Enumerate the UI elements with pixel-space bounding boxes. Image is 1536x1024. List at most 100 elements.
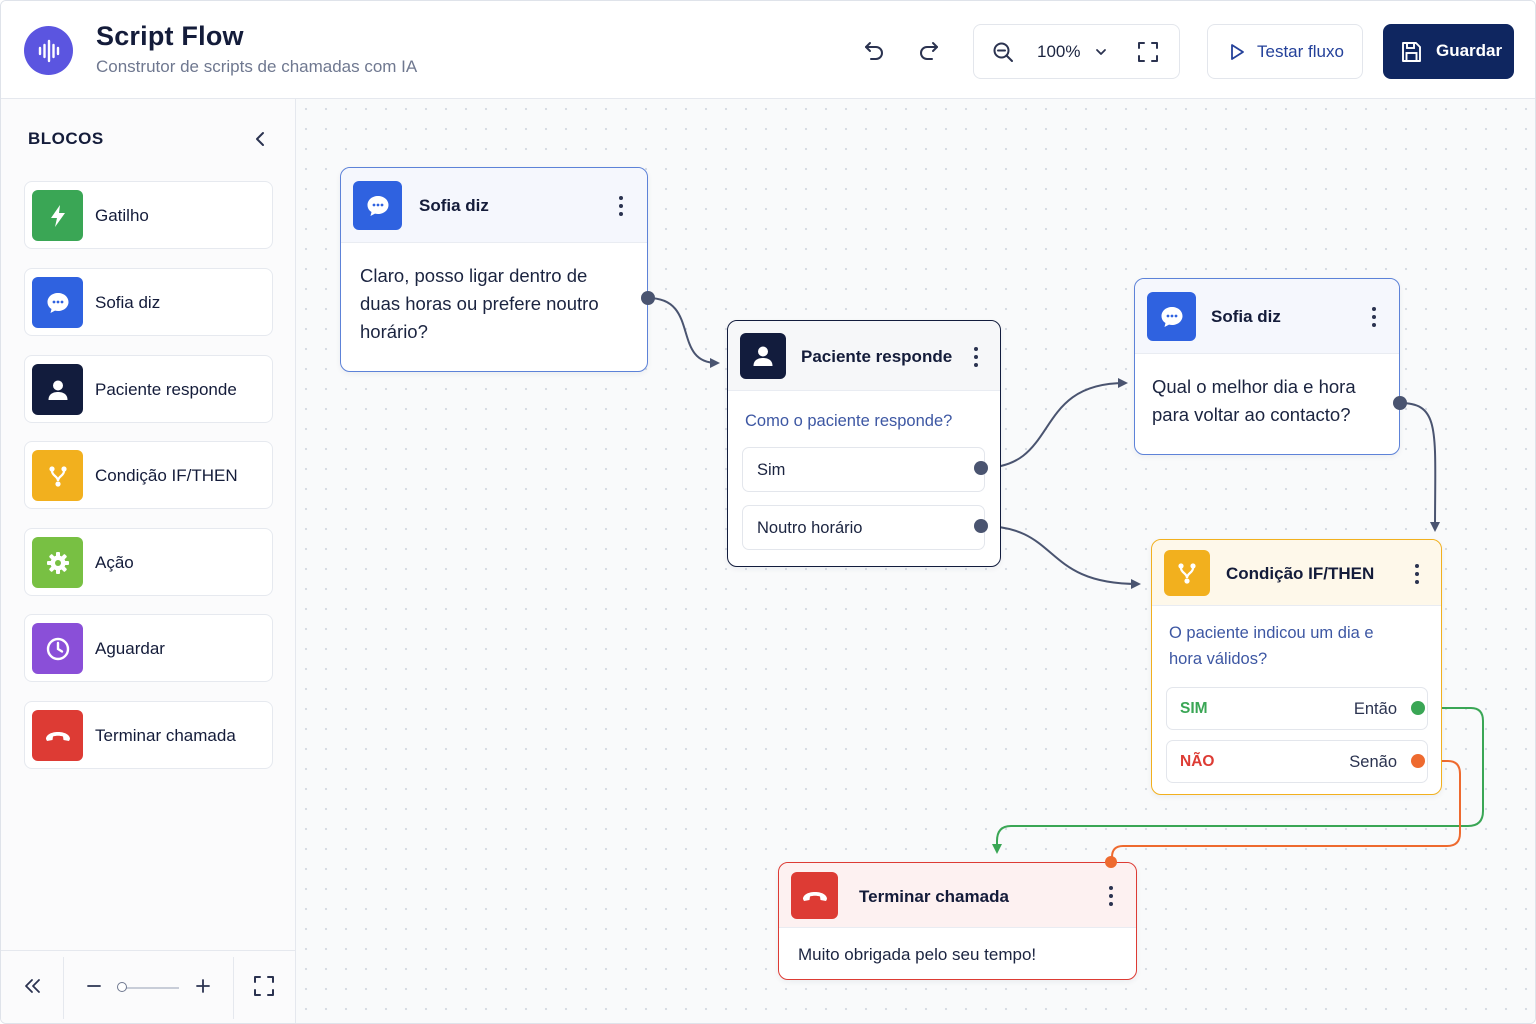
redo-icon — [920, 42, 938, 60]
play-icon — [1231, 44, 1244, 60]
branch-no-action: Senão — [1349, 753, 1397, 771]
block-acao[interactable]: Ação — [24, 528, 273, 596]
zoom-dropdown[interactable] — [1086, 37, 1116, 67]
block-label: Terminar chamada — [95, 726, 236, 745]
branch-sim[interactable]: SIM Então — [1166, 687, 1428, 730]
undo-icon — [865, 42, 883, 60]
redo-button[interactable] — [914, 35, 944, 65]
zoom-slider-handle[interactable] — [117, 982, 127, 992]
save-icon — [1402, 42, 1421, 62]
node-menu-icon[interactable] — [1369, 305, 1379, 329]
block-label: Gatilho — [95, 206, 149, 225]
blocks-sidebar: BLOCOS Gatilho Sofia diz Paciente respon… — [1, 99, 296, 1023]
divider — [233, 957, 234, 1019]
user-icon — [32, 364, 83, 415]
block-label: Paciente responde — [95, 380, 237, 399]
output-port[interactable] — [641, 291, 655, 305]
fullscreen-icon — [254, 976, 274, 996]
zoom-slider-track[interactable] — [119, 987, 179, 989]
minus-icon — [87, 985, 101, 987]
chevron-down-icon — [1096, 49, 1106, 55]
save-label: Guardar — [1436, 41, 1503, 60]
node-question: Como o paciente responde? — [745, 412, 953, 430]
soundwave-icon — [38, 39, 59, 62]
block-aguardar[interactable]: Aguardar — [24, 614, 273, 682]
branch-no-label: NÃO — [1180, 753, 1215, 770]
node-condition-question: O paciente indicou um dia e hora válidos… — [1169, 624, 1374, 668]
output-port-noutro[interactable] — [974, 519, 988, 533]
chat-bubble-icon — [1147, 292, 1196, 341]
block-label: Sofia diz — [95, 293, 161, 312]
fit-screen-button[interactable] — [1133, 37, 1163, 67]
branch-yes-label: SIM — [1180, 700, 1208, 717]
double-chevron-left-icon — [25, 979, 40, 993]
output-port-yes[interactable] — [1411, 701, 1425, 715]
branch-yes-action: Então — [1353, 700, 1397, 718]
option-label: Sim — [757, 461, 786, 479]
hangup-icon — [32, 710, 83, 761]
node-menu-icon[interactable] — [1106, 884, 1116, 908]
divider — [63, 957, 64, 1019]
save-button[interactable]: Guardar — [1383, 24, 1514, 79]
zoom-control: 100% — [973, 24, 1180, 79]
chevron-left-icon — [256, 132, 264, 146]
block-label: Condição IF/THEN — [95, 466, 238, 485]
app-title: Script Flow — [96, 21, 244, 51]
user-icon — [740, 333, 786, 379]
chat-bubble-icon — [353, 181, 402, 230]
node-sofia-diz-2[interactable]: Sofia diz Qual o melhor dia e hora para … — [1134, 278, 1400, 455]
block-sofia-diz[interactable]: Sofia diz — [24, 268, 273, 336]
test-flow-button[interactable]: Testar fluxo — [1207, 24, 1363, 79]
block-gatilho[interactable]: Gatilho — [24, 181, 273, 249]
block-terminar-chamada[interactable]: Terminar chamada — [24, 701, 273, 769]
undo-button[interactable] — [859, 35, 889, 65]
block-paciente-responde[interactable]: Paciente responde — [24, 355, 273, 423]
node-condicao-if-then[interactable]: Condição IF/THEN O paciente indicou um d… — [1151, 539, 1442, 795]
node-title: Terminar chamada — [859, 887, 1009, 906]
output-port-sim[interactable] — [974, 461, 988, 475]
app-logo — [24, 26, 73, 75]
clock-icon — [32, 623, 83, 674]
zoom-in-small-button[interactable] — [191, 974, 215, 998]
node-sofia-diz-1[interactable]: Sofia diz Claro, posso ligar dentro de d… — [340, 167, 648, 372]
zoom-out-icon — [993, 42, 1013, 62]
chat-bubble-icon — [32, 277, 83, 328]
gear-icon — [32, 537, 83, 588]
output-port-no[interactable] — [1411, 754, 1425, 768]
collapse-sidebar-button[interactable] — [251, 129, 271, 149]
branch-icon — [1164, 550, 1210, 596]
option-sim[interactable]: Sim — [742, 447, 985, 492]
node-title: Paciente responde — [801, 347, 953, 366]
zoom-level[interactable]: 100% — [1037, 42, 1080, 62]
node-title: Sofia diz — [419, 196, 489, 215]
bolt-icon — [32, 190, 83, 241]
option-noutro-horario[interactable]: Noutro horário — [742, 505, 985, 550]
app-window: Script Flow Construtor de scripts de cha… — [0, 0, 1536, 1024]
block-label: Aguardar — [95, 639, 165, 658]
node-paciente-responde[interactable]: Paciente responde Como o paciente respon… — [727, 320, 1001, 567]
zoom-out-small-button[interactable] — [82, 974, 106, 998]
node-message: Qual o melhor dia e hora para voltar ao … — [1152, 376, 1356, 425]
node-message: Claro, posso ligar dentro de duas horas … — [360, 265, 599, 342]
branch-nao[interactable]: NÃO Senão — [1166, 740, 1428, 783]
input-port[interactable] — [1105, 856, 1117, 868]
fit-view-button[interactable] — [252, 974, 276, 998]
sidebar-title: BLOCOS — [28, 129, 104, 148]
test-flow-label: Testar fluxo — [1257, 42, 1344, 61]
node-terminar-chamada[interactable]: Terminar chamada Muito obrigada pelo seu… — [778, 862, 1137, 980]
sidebar-footer — [1, 950, 295, 1023]
node-menu-icon[interactable] — [971, 345, 981, 369]
collapse-panel-button[interactable] — [21, 974, 45, 998]
node-menu-icon[interactable] — [1412, 562, 1422, 586]
block-condicao[interactable]: Condição IF/THEN — [24, 441, 273, 509]
plus-icon — [196, 979, 210, 993]
zoom-out-button[interactable] — [988, 37, 1018, 67]
hangup-icon — [791, 872, 838, 919]
app-subtitle: Construtor de scripts de chamadas com IA — [96, 57, 418, 76]
output-port[interactable] — [1393, 396, 1407, 410]
block-label: Ação — [95, 553, 134, 572]
node-message: Muito obrigada pelo seu tempo! — [798, 945, 1037, 964]
option-label: Noutro horário — [757, 519, 863, 537]
node-menu-icon[interactable] — [616, 194, 626, 218]
fullscreen-icon — [1138, 42, 1158, 62]
